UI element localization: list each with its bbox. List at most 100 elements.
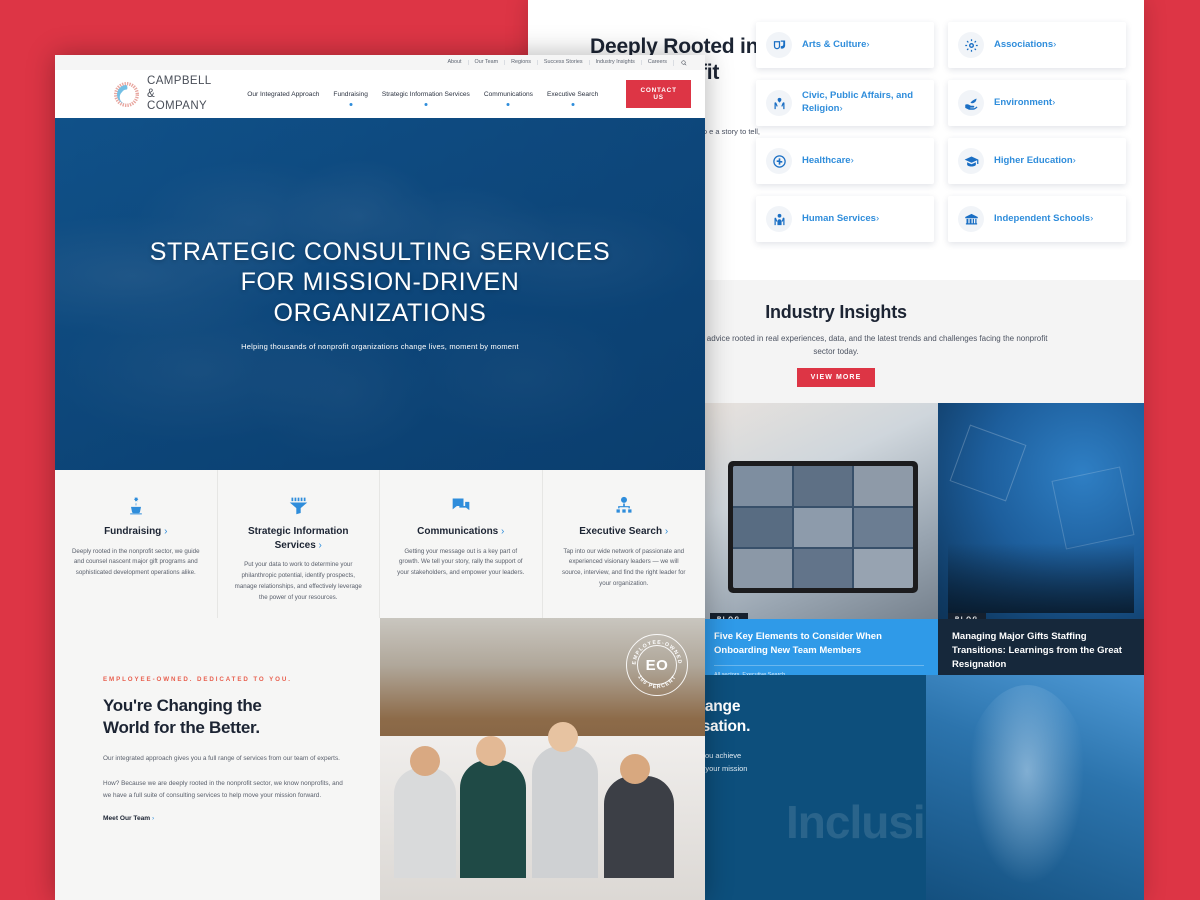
employee-owned-badge: EMPLOYEE-OWNED 100 PERCENT EO [626, 634, 688, 696]
sector-label: Human Services› [802, 213, 879, 226]
hero-content: STRATEGIC CONSULTING SERVICES FOR MISSIO… [55, 118, 705, 470]
nav-item-integrated-approach[interactable]: Our Integrated Approach [247, 91, 319, 98]
service-title: Fundraising › [104, 525, 167, 539]
bank-building-icon [958, 206, 984, 232]
sector-card-associations[interactable]: Associations› [948, 22, 1126, 68]
caret: › [152, 815, 155, 823]
hero-title: STRATEGIC CONSULTING SERVICES FOR MISSIO… [150, 237, 611, 329]
caret: › [866, 38, 870, 50]
data-funnel-icon [288, 486, 309, 516]
blog-card[interactable]: BLOG Five Key Elements to Consider When … [700, 403, 938, 684]
search-icon[interactable] [673, 59, 691, 66]
eo-bottom-text: 100 PERCENT [636, 674, 678, 690]
sector-card-healthcare[interactable]: Healthcare› [756, 138, 934, 184]
nav-label: Communications [483, 90, 533, 98]
sector-text: Associations [994, 38, 1054, 50]
service-title: Communications › [417, 525, 504, 539]
hero-title-line1: STRATEGIC CONSULTING SERVICES [149, 237, 611, 266]
meet-our-team-link[interactable]: Meet Our Team › [103, 815, 154, 822]
about-heading: You're Changing the World for the Better… [103, 695, 344, 740]
nav-label: Strategic Information Services [381, 90, 470, 98]
primary-site-panel: About Our Team Regions Success Stories I… [55, 55, 705, 900]
nav-item-communications[interactable]: Communications [483, 90, 533, 106]
utility-link-careers[interactable]: Careers [640, 59, 673, 66]
dropdown-dot-icon [424, 102, 428, 106]
org-chart-icon [614, 486, 634, 516]
about-photo-column: EMPLOYEE-OWNED 100 PERCENT EO [380, 618, 705, 900]
sector-label: Environment› [994, 97, 1055, 110]
hands-heart-icon [766, 90, 792, 116]
sector-card-civic-public-affairs[interactable]: Civic, Public Affairs, and Religion› [756, 80, 934, 126]
service-body: Getting your message out is a key part o… [397, 547, 525, 577]
sector-label: Healthcare› [802, 155, 854, 168]
service-card-strategic-information-services[interactable]: Strategic Information Services › Put you… [218, 470, 380, 618]
sector-label: Arts & Culture› [802, 39, 870, 52]
caret: › [664, 526, 669, 537]
nav-item-strategic-information-services[interactable]: Strategic Information Services [381, 90, 470, 106]
service-card-fundraising[interactable]: Fundraising › Deeply rooted in the nonpr… [55, 470, 218, 618]
sector-card-arts-culture[interactable]: Arts & Culture› [756, 22, 934, 68]
view-more-button[interactable]: VIEW MORE [796, 368, 876, 388]
sector-card-independent-schools[interactable]: Independent Schools› [948, 196, 1126, 242]
utility-link-about[interactable]: About [441, 59, 467, 65]
service-title-text: Fundraising [104, 526, 162, 537]
dropdown-dot-icon [506, 102, 510, 106]
sector-card-human-services[interactable]: Human Services› [756, 196, 934, 242]
eo-badge-ring: EMPLOYEE-OWNED 100 PERCENT [632, 640, 683, 691]
nav-label: Our Integrated Approach [247, 90, 320, 98]
service-card-communications[interactable]: Communications › Getting your message ou… [380, 470, 543, 618]
logo[interactable]: CAMPBELL & COMPANY [113, 75, 217, 114]
sector-text: Arts & Culture [802, 38, 867, 50]
hand-leaf-icon [958, 90, 984, 116]
service-card-executive-search[interactable]: Executive Search › Tap into our wide net… [543, 470, 706, 618]
service-title-text: Communications [417, 526, 499, 537]
blog-body: Managing Major Gifts Staffing Transition… [938, 619, 1144, 684]
services-grid: Fundraising › Deeply rooted in the nonpr… [55, 470, 705, 618]
sector-text: Civic, Public Affairs, and Religion [802, 90, 914, 114]
caret: › [1072, 154, 1076, 166]
fundraising-plant-icon [126, 486, 146, 516]
utility-link-success-stories[interactable]: Success Stories [536, 59, 589, 66]
hero-section: STRATEGIC CONSULTING SERVICES FOR MISSIO… [55, 118, 705, 470]
caret: › [164, 526, 168, 537]
caret: › [318, 539, 322, 551]
nav-item-fundraising[interactable]: Fundraising [333, 90, 368, 106]
speech-bubbles-icon [451, 486, 471, 516]
network-gear-icon [958, 32, 984, 58]
caret: › [839, 103, 843, 114]
sector-text: Environment [994, 96, 1053, 108]
sector-card-higher-education[interactable]: Higher Education› [948, 138, 1126, 184]
utility-nav: About Our Team Regions Success Stories I… [55, 55, 705, 70]
utility-link-industry-insights[interactable]: Industry Insights [588, 59, 641, 66]
contact-us-button[interactable]: CONTACT US [626, 80, 691, 108]
sector-text: Higher Education [994, 154, 1073, 166]
caret: › [850, 154, 854, 166]
service-body: Put your data to work to determine your … [234, 561, 362, 601]
service-body: Tap into our wide network of passionate … [562, 547, 686, 588]
graduation-cap-icon [958, 148, 984, 174]
sector-label: Higher Education› [994, 155, 1076, 168]
sector-text: Healthcare [802, 154, 851, 166]
service-title: Strategic Information Services › [234, 525, 364, 552]
utility-link-regions[interactable]: Regions [504, 59, 537, 66]
sector-text: Independent Schools [994, 212, 1091, 224]
utility-link-our-team[interactable]: Our Team [467, 59, 505, 66]
campbell-logo-icon [113, 81, 140, 108]
about-heading-line2: World for the Better. [103, 718, 260, 738]
nav-item-executive-search[interactable]: Executive Search [547, 91, 598, 106]
about-paragraph-2: How? Because we are deeply rooted in the… [103, 779, 343, 799]
main-nav: CAMPBELL & COMPANY Our Integrated Approa… [55, 70, 705, 118]
blog-title: Five Key Elements to Consider When Onboa… [714, 631, 882, 657]
caret: › [1090, 212, 1094, 224]
blog-title: Managing Major Gifts Staffing Transition… [952, 631, 1122, 670]
about-section: EMPLOYEE-OWNED. DEDICATED TO YOU. You're… [55, 618, 705, 900]
caret: › [875, 212, 880, 224]
blog-card[interactable]: BLOG Managing Major Gifts Staffing Trans… [938, 403, 1144, 684]
hero-title-line3: ORGANIZATIONS [273, 298, 487, 327]
sector-card-environment[interactable]: Environment› [948, 80, 1126, 126]
nav-links: Our Integrated Approach Fundraising Stra… [247, 80, 691, 108]
nav-label: Fundraising [333, 90, 368, 98]
cta-right-photo [926, 675, 1144, 900]
eo-top-text: EMPLOYEE-OWNED [632, 640, 683, 665]
blog-body: Five Key Elements to Consider When Onboa… [700, 619, 938, 684]
